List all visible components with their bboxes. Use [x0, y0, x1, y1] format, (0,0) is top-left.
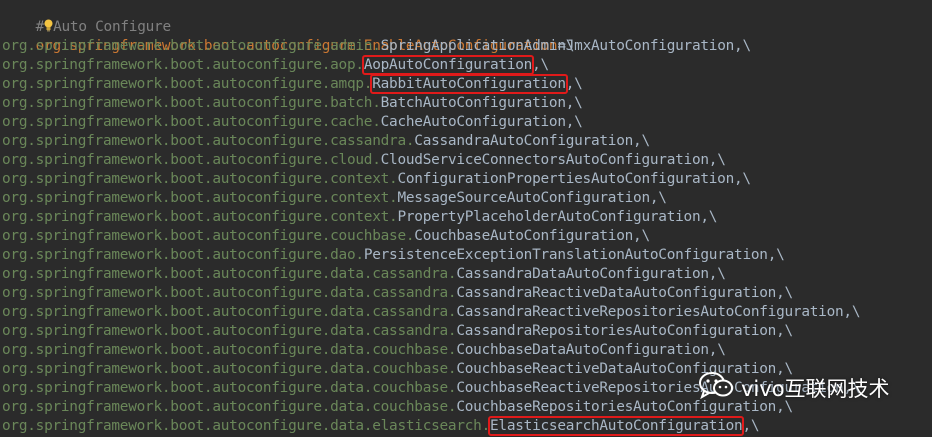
line-continuation: ,\	[776, 285, 793, 301]
class-name: CouchbaseReactiveDataAutoConfiguration	[456, 361, 777, 377]
line-continuation: ,\	[734, 171, 751, 187]
config-line[interactable]: org.springframework.boot.autoconfigure.c…	[2, 132, 650, 151]
package-path: org.springframework.boot.autoconfigure.a…	[2, 38, 381, 54]
line-continuation: ,\	[708, 152, 726, 168]
comment-line[interactable]: # Auto Configure	[2, 0, 171, 35]
line-continuation: ,\	[708, 342, 726, 358]
line-continuation: ,\	[565, 76, 583, 92]
package-path: org.springframework.boot.autoconfigure.a…	[2, 76, 373, 92]
highlighted-class-name: RabbitAutoConfiguration	[370, 74, 568, 94]
highlighted-class-name: AopAutoConfiguration	[361, 55, 535, 75]
config-line[interactable]: org.springframework.boot.autoconfigure.d…	[2, 341, 726, 360]
config-line[interactable]: org.springframework.boot.autoconfigure.a…	[2, 55, 549, 75]
highlighted-class-name: ElasticsearchAutoConfiguration	[488, 416, 745, 436]
line-continuation: ,\	[776, 361, 793, 377]
config-line[interactable]: org.springframework.boot.autoconfigure.c…	[2, 208, 717, 227]
line-continuation: ,\	[700, 209, 718, 225]
line-continuation: ,\	[565, 114, 583, 130]
class-name: CassandraDataAutoConfiguration	[456, 266, 709, 282]
line-continuation: ,\	[532, 57, 549, 73]
line-continuation: ,\	[767, 247, 785, 263]
class-name: BatchAutoConfiguration	[380, 95, 566, 111]
config-line[interactable]: org.springframework.boot.autoconfigure.b…	[2, 94, 583, 113]
package-path: org.springframework.boot.autoconfigure.d…	[2, 266, 457, 282]
class-name: CloudServiceConnectorsAutoConfiguration	[380, 152, 709, 168]
class-name: CacheAutoConfiguration	[380, 114, 566, 130]
package-path: org.springframework.boot.autoconfigure.d…	[2, 342, 457, 358]
package-path: org.springframework.boot.autoconfigure.d…	[2, 323, 457, 339]
class-name: CassandraReactiveRepositoriesAutoConfigu…	[456, 304, 844, 320]
line-continuation: ,\	[633, 133, 650, 149]
package-path: org.springframework.boot.autoconfigure.d…	[2, 380, 457, 396]
config-line[interactable]: org.springframework.boot.autoconfigure.c…	[2, 151, 726, 170]
class-name: CouchbaseDataAutoConfiguration	[456, 342, 709, 358]
package-path: org.springframework.boot.autoconfigure.c…	[2, 114, 381, 130]
package-path: org.springframework.boot.autoconfigure.c…	[2, 228, 415, 244]
package-path: org.springframework.boot.autoconfigure.d…	[2, 285, 457, 301]
package-path: org.springframework.boot.autoconfigure.c…	[2, 171, 398, 187]
first-config-line[interactable]: org.springframework.boot.autoconfigure.E…	[2, 18, 575, 54]
package-path: org.springframework.boot.autoconfigure.d…	[2, 418, 491, 434]
config-line[interactable]: org.springframework.boot.autoconfigure.c…	[2, 189, 667, 208]
line-continuation: ,\	[633, 228, 650, 244]
config-line[interactable]: org.springframework.boot.autoconfigure.d…	[2, 398, 793, 417]
config-line[interactable]: org.springframework.boot.autoconfigure.d…	[2, 284, 793, 303]
config-line[interactable]: org.springframework.boot.autoconfigure.d…	[2, 416, 760, 436]
package-path: org.springframework.boot.autoconfigure.c…	[2, 133, 415, 149]
config-line[interactable]: org.springframework.boot.autoconfigure.d…	[2, 360, 793, 379]
class-name: CassandraRepositoriesAutoConfiguration	[456, 323, 777, 339]
package-path: org.springframework.boot.autoconfigure.c…	[2, 209, 398, 225]
package-path: org.springframework.boot.autoconfigure.d…	[2, 361, 457, 377]
config-line[interactable]: org.springframework.boot.autoconfigure.c…	[2, 170, 751, 189]
config-line[interactable]: org.springframework.boot.autoconfigure.c…	[2, 227, 650, 246]
class-name: ConfigurationPropertiesAutoConfiguration	[397, 171, 735, 187]
package-path: org.springframework.boot.autoconfigure.b…	[2, 95, 381, 111]
class-name: CouchbaseAutoConfiguration	[414, 228, 634, 244]
line-continuation: ,\	[649, 190, 667, 206]
code-editor[interactable]: # Auto Configure org.springframework.boot…	[0, 0, 932, 437]
line-continuation: ,\	[776, 399, 793, 415]
package-path: org.springframework.boot.autoconfigure.d…	[2, 247, 364, 263]
line-continuation: ,\	[742, 418, 760, 434]
class-name: CouchbaseReactiveRepositoriesAutoConfigu…	[456, 380, 844, 396]
config-line[interactable]: org.springframework.boot.autoconfigure.d…	[2, 322, 793, 341]
class-name: PersistenceExceptionTranslationAutoConfi…	[363, 247, 768, 263]
package-path: org.springframework.boot.autoconfigure.c…	[2, 152, 381, 168]
class-name: SpringApplicationAdminJmxAutoConfigurati…	[380, 38, 735, 54]
line-continuation: ,\	[776, 323, 793, 339]
line-continuation: ,\	[565, 95, 583, 111]
config-line[interactable]: org.springframework.boot.autoconfigure.d…	[2, 379, 860, 398]
package-path: org.springframework.boot.autoconfigure.c…	[2, 190, 398, 206]
line-continuation: ,\	[708, 266, 726, 282]
config-line[interactable]: org.springframework.boot.autoconfigure.d…	[2, 303, 860, 322]
package-path: org.springframework.boot.autoconfigure.a…	[2, 57, 364, 73]
class-name: PropertyPlaceholderAutoConfiguration	[397, 209, 701, 225]
package-path: org.springframework.boot.autoconfigure.d…	[2, 304, 457, 320]
class-name: CouchbaseRepositoriesAutoConfiguration	[456, 399, 777, 415]
config-line[interactable]: org.springframework.boot.autoconfigure.a…	[2, 37, 751, 56]
line-continuation: ,\	[734, 38, 751, 54]
config-line[interactable]: org.springframework.boot.autoconfigure.a…	[2, 74, 583, 94]
line-continuation: ,\	[843, 304, 861, 320]
config-line[interactable]: org.springframework.boot.autoconfigure.c…	[2, 113, 583, 132]
package-path: org.springframework.boot.autoconfigure.d…	[2, 399, 457, 415]
class-name: CassandraAutoConfiguration	[414, 133, 634, 149]
line-continuation: ,\	[843, 380, 861, 396]
config-line[interactable]: org.springframework.boot.autoconfigure.d…	[2, 246, 785, 265]
config-line[interactable]: org.springframework.boot.autoconfigure.d…	[2, 265, 726, 284]
class-name: CassandraReactiveDataAutoConfiguration	[456, 285, 777, 301]
class-name: MessageSourceAutoConfiguration	[397, 190, 650, 206]
